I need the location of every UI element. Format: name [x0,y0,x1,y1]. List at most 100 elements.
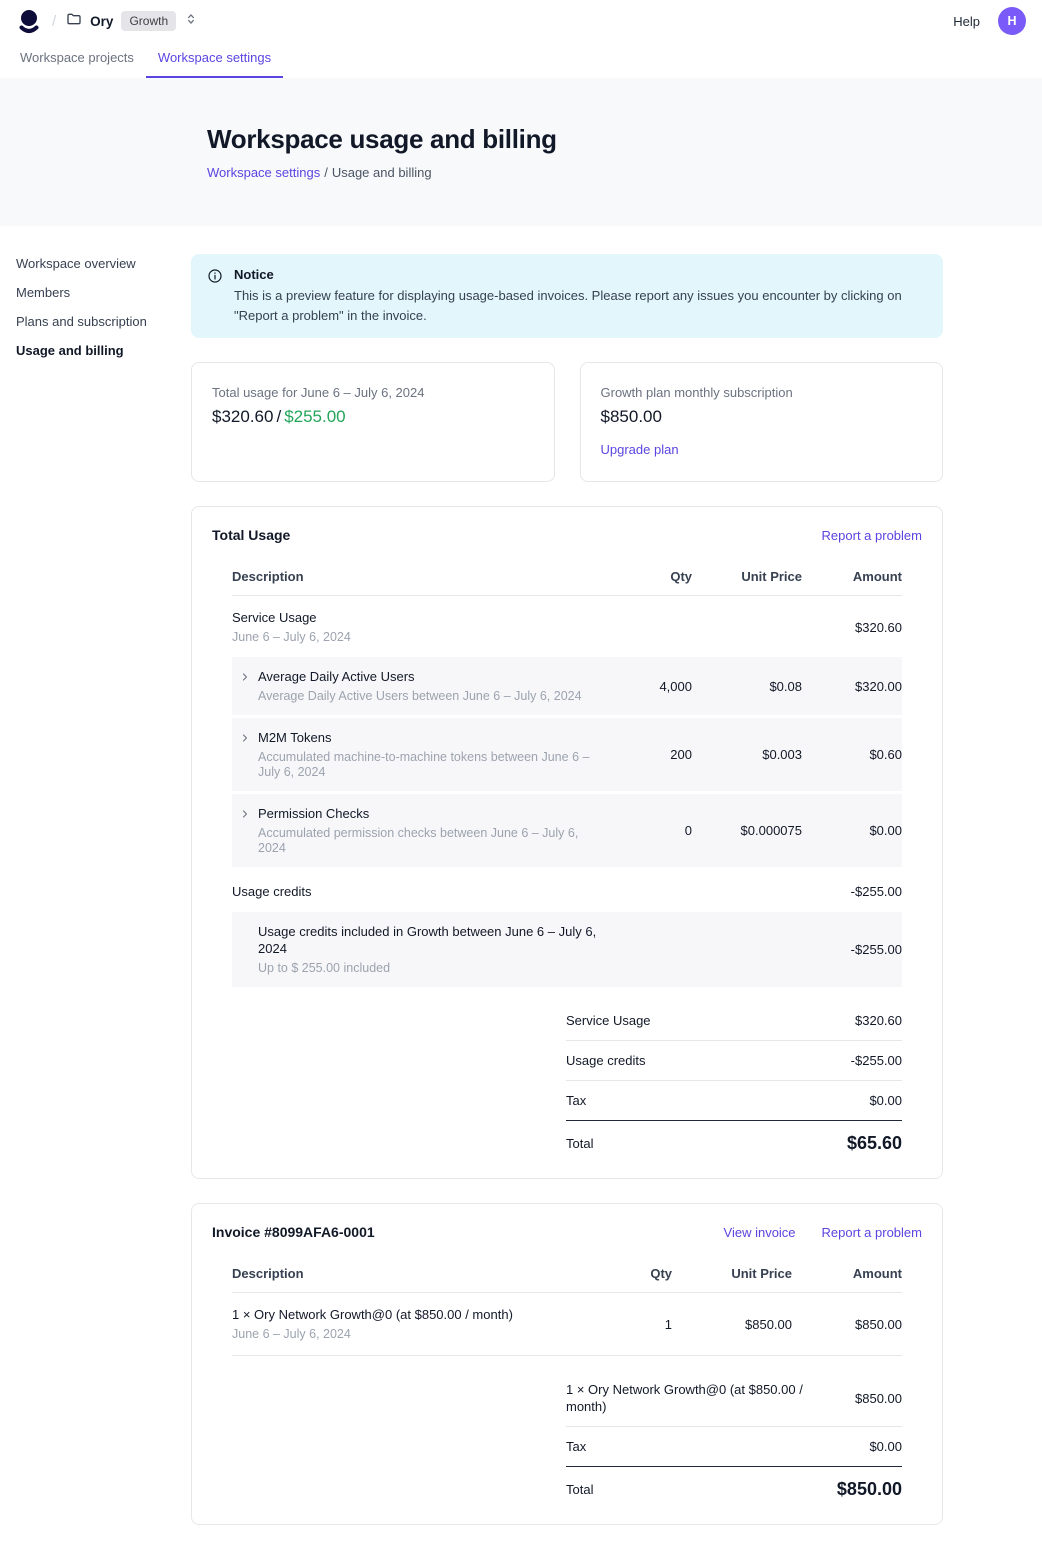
view-invoice-link[interactable]: View invoice [724,1225,796,1240]
tab-workspace-settings[interactable]: Workspace settings [146,42,283,78]
summary-total-row: Total $850.00 [566,1467,902,1504]
summary-label: 1 × Ory Network Growth@0 (at $850.00 / m… [566,1381,835,1415]
plan-amount: $850.00 [601,407,923,427]
table-row-service-usage: Service Usage June 6 – July 6, 2024 $320… [232,596,902,657]
breadcrumb-link-settings[interactable]: Workspace settings [207,165,320,180]
expand-chevron-icon[interactable] [239,731,251,749]
col-amount: Amount [792,1266,902,1281]
table-row-permission-checks[interactable]: Permission Checks Accumulated permission… [232,794,902,867]
report-problem-link[interactable]: Report a problem [822,528,922,543]
folder-icon [66,11,82,32]
upgrade-plan-link[interactable]: Upgrade plan [601,442,679,457]
row-subtitle: June 6 – July 6, 2024 [232,630,602,645]
summary-total-row: Total $65.60 [566,1121,902,1158]
row-subtitle: June 6 – July 6, 2024 [232,1327,592,1342]
usage-credit-limit: $255.00 [284,407,345,426]
summary-value: $320.60 [855,1013,902,1028]
row-title: M2M Tokens [258,729,602,746]
row-qty: 4,000 [602,679,692,694]
total-label: Total [566,1482,593,1497]
col-unit-price: Unit Price [692,569,802,584]
summary-value: -$255.00 [851,1053,902,1068]
invoice-table: Description Qty Unit Price Amount 1 × Or… [232,1256,902,1356]
summary-label: Tax [566,1092,586,1109]
usage-panel-title: Total Usage [212,527,290,543]
page-header: Workspace usage and billing Workspace se… [0,78,1042,226]
breadcrumb-current: Usage and billing [332,165,432,180]
row-amount: $0.00 [802,823,902,838]
invoice-panel-title: Invoice #8099AFA6-0001 [212,1224,375,1240]
settings-sidebar: Workspace overview Members Plans and sub… [0,226,191,372]
col-description: Description [232,569,602,584]
report-problem-link[interactable]: Report a problem [822,1225,922,1240]
table-row-m2m-tokens[interactable]: M2M Tokens Accumulated machine-to-machin… [232,718,902,791]
invoice-panel: Invoice #8099AFA6-0001 View invoice Repo… [191,1203,943,1525]
workspace-name: Ory [90,14,113,29]
row-description: Average Daily Active Users Average Daily… [232,668,602,704]
row-qty: 0 [602,823,692,838]
invoice-summary: 1 × Ory Network Growth@0 (at $850.00 / m… [566,1370,902,1504]
row-amount: $320.60 [802,620,902,635]
row-qty: 1 [592,1317,672,1332]
plan-label: Growth plan monthly subscription [601,385,923,400]
row-qty: 200 [602,747,692,762]
table-row-daily-active-users[interactable]: Average Daily Active Users Average Daily… [232,657,902,715]
invoice-panel-links: View invoice Report a problem [724,1225,922,1240]
help-link[interactable]: Help [953,14,980,29]
chevron-updown-icon[interactable] [184,12,198,31]
workspace-plan-badge: Growth [121,11,176,31]
info-icon [207,268,223,325]
body-layout: Workspace overview Members Plans and sub… [0,226,1042,1541]
row-description: Service Usage June 6 – July 6, 2024 [232,609,602,645]
sidebar-item-usage-billing[interactable]: Usage and billing [16,343,191,359]
row-description: Usage credits [232,883,602,900]
invoice-panel-header: Invoice #8099AFA6-0001 View invoice Repo… [212,1224,922,1256]
total-usage-label: Total usage for June 6 – July 6, 2024 [212,385,534,400]
row-amount: $0.60 [802,747,902,762]
user-avatar[interactable]: H [998,7,1026,35]
breadcrumb-separator: / [324,165,328,180]
usage-table-header: Description Qty Unit Price Amount [232,559,902,596]
col-unit-price: Unit Price [672,1266,792,1281]
total-usage-panel: Total Usage Report a problem Description… [191,506,943,1179]
top-bar-right: Help H [953,7,1026,35]
row-subtitle: Accumulated machine-to-machine tokens be… [258,750,602,780]
page-title: Workspace usage and billing [207,124,1026,155]
col-description: Description [232,1266,592,1281]
row-subtitle: Up to $ 255.00 included [258,961,602,976]
row-description: 1 × Ory Network Growth@0 (at $850.00 / m… [232,1306,592,1342]
total-label: Total [566,1136,593,1151]
summary-row-tax: Tax $0.00 [566,1427,902,1467]
summary-row-usage-credits: Usage credits -$255.00 [566,1041,902,1081]
usage-spent: $320.60 [212,407,273,426]
row-title: Average Daily Active Users [258,668,582,685]
usage-panel-header: Total Usage Report a problem [212,527,922,559]
expand-chevron-icon[interactable] [239,670,251,688]
top-bar: / Ory Growth Help H [0,0,1042,42]
workspace-tabs: Workspace projects Workspace settings [0,42,1042,78]
page: / Ory Growth Help H Wor [0,0,1042,1541]
sidebar-item-plans-subscription[interactable]: Plans and subscription [16,314,191,330]
row-amount: -$255.00 [802,884,902,899]
row-subtitle: Average Daily Active Users between June … [258,689,582,704]
notice-text: Notice This is a preview feature for dis… [234,267,924,325]
summary-label: Service Usage [566,1012,651,1029]
col-amount: Amount [802,569,902,584]
invoice-line-item-row: 1 × Ory Network Growth@0 (at $850.00 / m… [232,1293,902,1356]
usage-amount-separator: / [276,407,281,426]
ory-logo-icon[interactable] [16,8,42,34]
plan-subscription-card: Growth plan monthly subscription $850.00… [580,362,944,482]
row-amount: -$255.00 [802,942,902,957]
tab-workspace-projects[interactable]: Workspace projects [8,42,146,78]
invoice-table-header: Description Qty Unit Price Amount [232,1256,902,1293]
sidebar-item-members[interactable]: Members [16,285,191,301]
summary-label: Tax [566,1438,586,1455]
row-unit-price: $0.08 [692,679,802,694]
row-amount: $850.00 [792,1317,902,1332]
row-title: Permission Checks [258,805,602,822]
expand-chevron-icon[interactable] [239,807,251,825]
workspace-switcher[interactable]: Ory Growth [66,11,198,32]
summary-value: $0.00 [869,1093,902,1108]
summary-cards: Total usage for June 6 – July 6, 2024 $3… [191,362,943,482]
sidebar-item-workspace-overview[interactable]: Workspace overview [16,256,191,272]
